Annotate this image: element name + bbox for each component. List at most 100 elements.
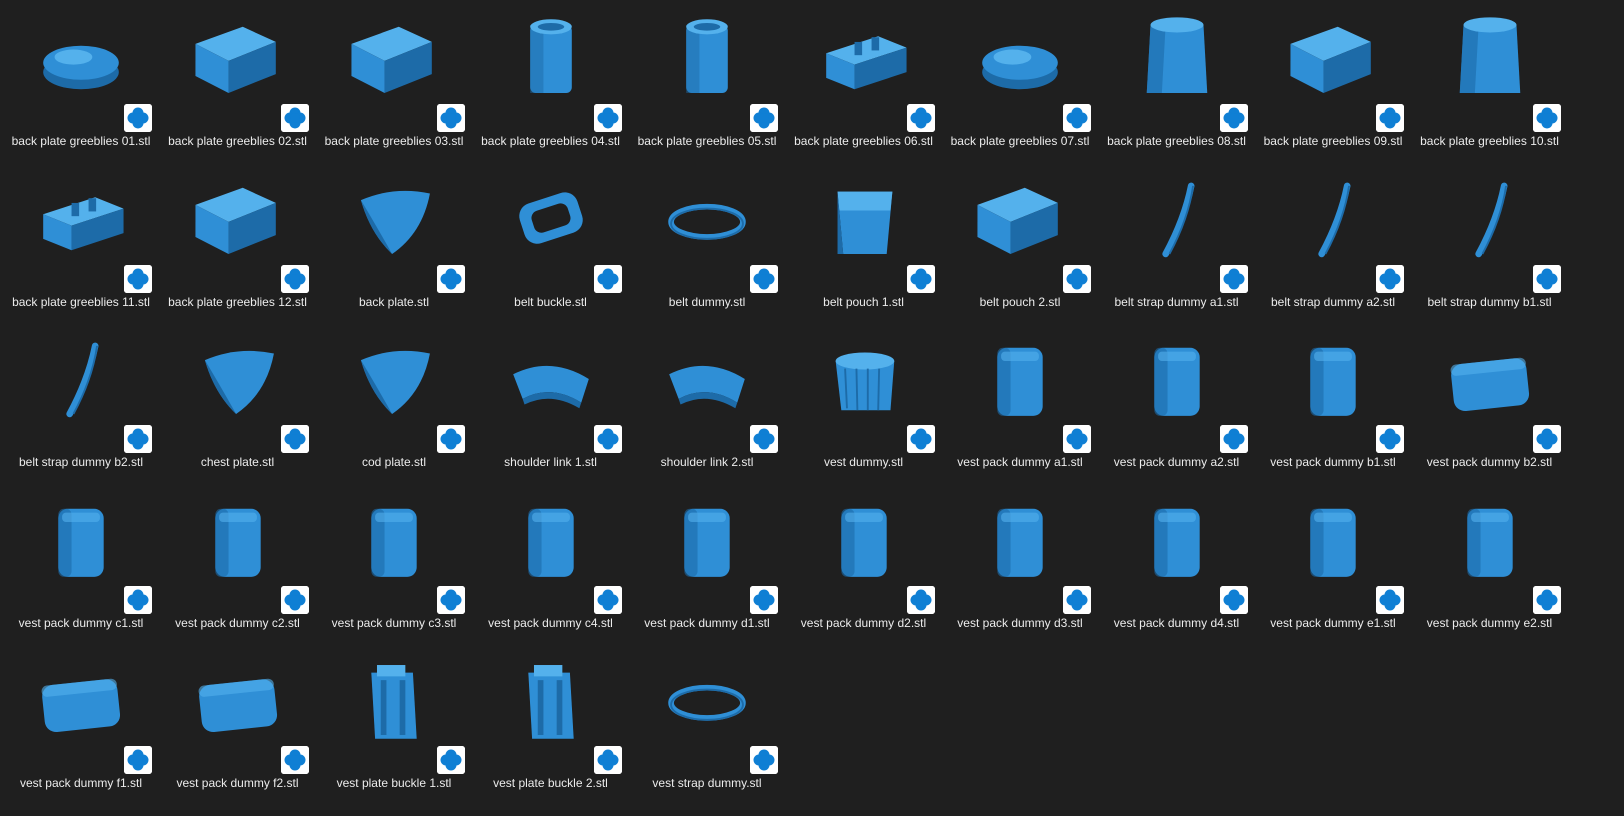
file-thumbnail [0,327,162,431]
3d-builder-icon [1376,104,1404,132]
3d-builder-icon [1063,264,1091,293]
file-item[interactable]: back plate greeblies 07.stl [939,0,1101,162]
file-thumbnail [1096,327,1258,431]
file-name: belt strap dummy b2.stl [18,455,144,469]
3d-builder-icon [280,746,309,774]
file-item[interactable]: vest pack dummy c2.stl [157,482,319,644]
file-name: belt pouch 1.stl [823,294,904,309]
file-thumbnail [626,488,788,592]
file-grid: back plate greeblies 01.stl back plate gr… [0,0,1624,816]
file-item[interactable]: shoulder link 1.stl [470,321,632,483]
file-item[interactable]: vest pack dummy d2.stl [783,482,945,644]
3d-builder-icon [437,264,465,293]
file-name: belt strap dummy b1.stl [1427,294,1552,309]
file-item[interactable]: back plate greeblies 04.stl [470,0,632,162]
file-item[interactable]: vest pack dummy c1.stl [0,482,162,644]
file-item[interactable]: back plate greeblies 02.stl [157,0,319,162]
file-item[interactable]: cod plate.stl [313,321,475,483]
file-item[interactable]: belt pouch 2.stl [939,161,1101,323]
file-item[interactable]: vest pack dummy d1.stl [626,482,788,644]
file-item[interactable]: back plate greeblies 05.stl [626,0,788,162]
file-name: back plate greeblies 10.stl [1420,134,1559,148]
file-thumbnail [470,327,632,431]
3d-builder-icon [124,104,152,132]
3d-builder-icon [1063,104,1091,132]
file-thumbnail [0,648,162,752]
file-name: vest pack dummy c4.stl [488,615,613,630]
file-item[interactable]: back plate greeblies 10.stl [1409,0,1571,162]
file-name: back plate greeblies 05.stl [637,134,777,148]
file-item[interactable]: belt strap dummy b2.stl [0,321,162,483]
3d-builder-icon [593,264,622,293]
file-item[interactable]: vest pack dummy d3.stl [939,482,1101,644]
file-item[interactable]: vest pack dummy d4.stl [1096,482,1258,644]
file-thumbnail [1409,167,1571,271]
file-item[interactable]: vest plate buckle 1.stl [313,642,475,804]
3d-builder-icon [1376,425,1404,453]
3d-builder-icon [593,425,622,453]
file-name: vest pack dummy d4.stl [1113,615,1240,630]
file-thumbnail [313,327,475,431]
file-thumbnail [157,6,319,110]
file-thumbnail [1409,6,1571,110]
file-name: vest pack dummy e1.stl [1270,615,1396,630]
3d-builder-icon [593,585,622,614]
file-item[interactable]: back plate greeblies 03.stl [313,0,475,162]
file-item[interactable]: belt buckle.stl [470,161,632,323]
file-name: back plate greeblies 04.stl [481,134,620,148]
file-item[interactable]: belt strap dummy a2.stl [1252,161,1414,323]
file-thumbnail [1096,488,1258,592]
file-item[interactable]: back plate.stl [313,161,475,323]
file-name: back plate greeblies 07.stl [950,134,1090,148]
file-thumbnail [470,6,632,110]
file-thumbnail [0,167,162,271]
file-item[interactable]: back plate greeblies 08.stl [1096,0,1258,162]
file-name: back plate greeblies 02.stl [168,134,307,148]
file-thumbnail [313,648,475,752]
file-item[interactable]: back plate greeblies 01.stl [0,0,162,162]
file-thumbnail [1252,488,1414,592]
file-item[interactable]: vest pack dummy c3.stl [313,482,475,644]
file-thumbnail [1409,488,1571,592]
file-item[interactable]: belt pouch 1.stl [783,161,945,323]
file-name: vest pack dummy b1.stl [1270,455,1396,469]
file-name: vest pack dummy a1.stl [957,455,1083,469]
file-item[interactable]: back plate greeblies 06.stl [783,0,945,162]
file-item[interactable]: vest strap dummy.stl [626,642,788,804]
file-item[interactable]: back plate greeblies 11.stl [0,161,162,323]
file-name: vest pack dummy c1.stl [18,615,144,630]
file-item[interactable]: belt strap dummy b1.stl [1409,161,1571,323]
file-item[interactable]: back plate greeblies 12.stl [157,161,319,323]
3d-builder-icon [750,425,778,453]
file-name: vest pack dummy d2.stl [800,615,927,630]
file-item[interactable]: belt strap dummy a1.stl [1096,161,1258,323]
file-item[interactable]: vest pack dummy b1.stl [1252,321,1414,483]
file-item[interactable]: chest plate.stl [157,321,319,483]
file-item[interactable]: vest pack dummy c4.stl [470,482,632,644]
file-item[interactable]: vest pack dummy a2.stl [1096,321,1258,483]
file-name: back plate greeblies 03.stl [324,134,464,148]
file-name: back plate greeblies 01.stl [11,134,151,148]
file-thumbnail [313,167,475,271]
file-item[interactable]: vest pack dummy e1.stl [1252,482,1414,644]
file-thumbnail [626,167,788,271]
3d-builder-icon [750,104,778,132]
file-thumbnail [470,167,632,271]
file-name: vest pack dummy a2.stl [1113,455,1240,469]
file-item[interactable]: vest pack dummy b2.stl [1409,321,1571,483]
3d-builder-icon [1219,425,1248,453]
file-thumbnail [1096,6,1258,110]
3d-builder-icon [593,746,622,774]
file-item[interactable]: back plate greeblies 09.stl [1252,0,1414,162]
file-item[interactable]: vest dummy.stl [783,321,945,483]
file-item[interactable]: vest plate buckle 2.stl [470,642,632,804]
file-thumbnail [1252,327,1414,431]
file-item[interactable]: vest pack dummy f1.stl [0,642,162,804]
file-item[interactable]: belt dummy.stl [626,161,788,323]
file-item[interactable]: shoulder link 2.stl [626,321,788,483]
file-item[interactable]: vest pack dummy a1.stl [939,321,1101,483]
file-item[interactable]: vest pack dummy e2.stl [1409,482,1571,644]
3d-builder-icon [124,425,152,453]
3d-builder-icon [1376,585,1404,614]
file-item[interactable]: vest pack dummy f2.stl [157,642,319,804]
